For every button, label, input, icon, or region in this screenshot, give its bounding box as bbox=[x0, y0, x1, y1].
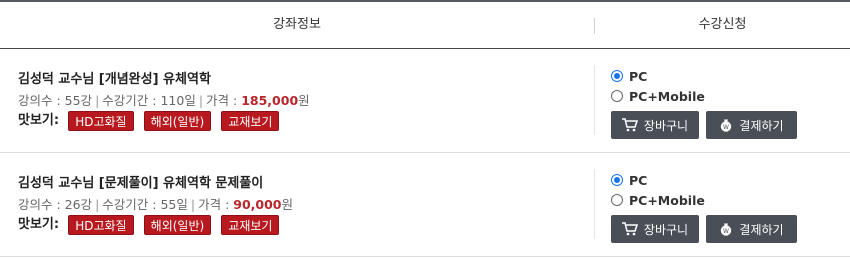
course-row: 김성덕 교수님 [문제풀이] 유체역학 문제풀이 강의수 : 26강 | 수강기간 … bbox=[0, 153, 850, 257]
textbook-view-button[interactable]: 교재보기 bbox=[221, 215, 280, 235]
study-period: 수강기간 : 55일 bbox=[102, 197, 188, 212]
radio-pc-selected[interactable] bbox=[611, 70, 623, 82]
option-pc-mobile[interactable]: PC+Mobile bbox=[611, 87, 705, 105]
option-pc-mobile-label: PC+Mobile bbox=[629, 88, 705, 104]
add-to-cart-button[interactable]: 장바구니 bbox=[611, 215, 699, 243]
radio-pc-selected[interactable] bbox=[611, 174, 623, 186]
course-title: 김성덕 교수님 [개념완성] 유체역학 bbox=[18, 72, 211, 87]
option-pc-mobile[interactable]: PC+Mobile bbox=[611, 191, 705, 209]
preview-overseas-button[interactable]: 해외(일반) bbox=[143, 215, 212, 235]
meta-divider: | bbox=[190, 197, 196, 212]
pay-label: 결제하기 bbox=[739, 222, 784, 237]
price-unit: 원 bbox=[281, 197, 294, 212]
svg-text:W: W bbox=[723, 228, 729, 235]
price-value: 90,000 bbox=[233, 197, 282, 212]
column-divider bbox=[594, 65, 595, 135]
column-divider bbox=[594, 169, 595, 239]
price-label: 가격 : bbox=[198, 197, 234, 212]
preview-hd-button[interactable]: HD고화질 bbox=[68, 215, 134, 235]
price-label: 가격 : bbox=[206, 93, 242, 108]
radio-pc-mobile[interactable] bbox=[611, 90, 623, 102]
course-meta: 강의수 : 55강 | 수강기간 : 110일 | 가격 : 185,000원 bbox=[18, 90, 310, 109]
lecture-count: 강의수 : 55강 bbox=[18, 93, 93, 108]
preview-label: 맛보기: bbox=[18, 113, 60, 128]
cart-icon bbox=[621, 118, 638, 132]
option-pc-mobile-label: PC+Mobile bbox=[629, 192, 705, 208]
price-value: 185,000 bbox=[241, 93, 299, 108]
option-pc[interactable]: PC bbox=[611, 171, 647, 189]
meta-divider: | bbox=[198, 93, 204, 108]
option-pc[interactable]: PC bbox=[611, 67, 647, 85]
svg-text:W: W bbox=[723, 124, 729, 131]
money-bag-icon: W bbox=[719, 118, 733, 132]
course-title: 김성덕 교수님 [문제풀이] 유체역학 문제풀이 bbox=[18, 176, 264, 191]
course-row: 김성덕 교수님 [개념완성] 유체역학 강의수 : 55강 | 수강기간 : 110… bbox=[0, 49, 850, 153]
preview-overseas-button[interactable]: 해외(일반) bbox=[143, 111, 212, 131]
preview-group: 맛보기: HD고화질 해외(일반) 교재보기 bbox=[18, 111, 284, 131]
cart-label: 장바구니 bbox=[643, 118, 689, 133]
meta-divider: | bbox=[95, 93, 100, 108]
preview-hd-button[interactable]: HD고화질 bbox=[68, 111, 134, 131]
cart-icon bbox=[621, 222, 638, 236]
add-to-cart-button[interactable]: 장바구니 bbox=[611, 111, 699, 139]
cart-label: 장바구니 bbox=[643, 222, 689, 237]
study-period: 수강기간 : 110일 bbox=[102, 93, 196, 108]
header-enroll: 수강신청 bbox=[698, 17, 747, 32]
pay-button[interactable]: W 결제하기 bbox=[706, 111, 797, 139]
textbook-view-button[interactable]: 교재보기 bbox=[221, 111, 280, 131]
radio-pc-mobile[interactable] bbox=[611, 194, 623, 206]
pay-label: 결제하기 bbox=[739, 118, 784, 133]
money-bag-icon: W bbox=[719, 222, 733, 236]
pay-button[interactable]: W 결제하기 bbox=[706, 215, 797, 243]
preview-group: 맛보기: HD고화질 해외(일반) 교재보기 bbox=[18, 215, 284, 235]
table-header: 강좌정보 수강신청 bbox=[0, 2, 850, 49]
header-course-info: 강좌정보 bbox=[273, 17, 321, 32]
option-pc-label: PC bbox=[629, 172, 648, 188]
lecture-count: 강의수 : 26강 bbox=[18, 197, 93, 212]
option-pc-label: PC bbox=[629, 68, 648, 84]
preview-label: 맛보기: bbox=[18, 217, 60, 232]
meta-divider: | bbox=[95, 197, 100, 212]
price-unit: 원 bbox=[298, 93, 310, 108]
course-meta: 강의수 : 26강 | 수강기간 : 55일 | 가격 : 90,000원 bbox=[18, 194, 293, 213]
